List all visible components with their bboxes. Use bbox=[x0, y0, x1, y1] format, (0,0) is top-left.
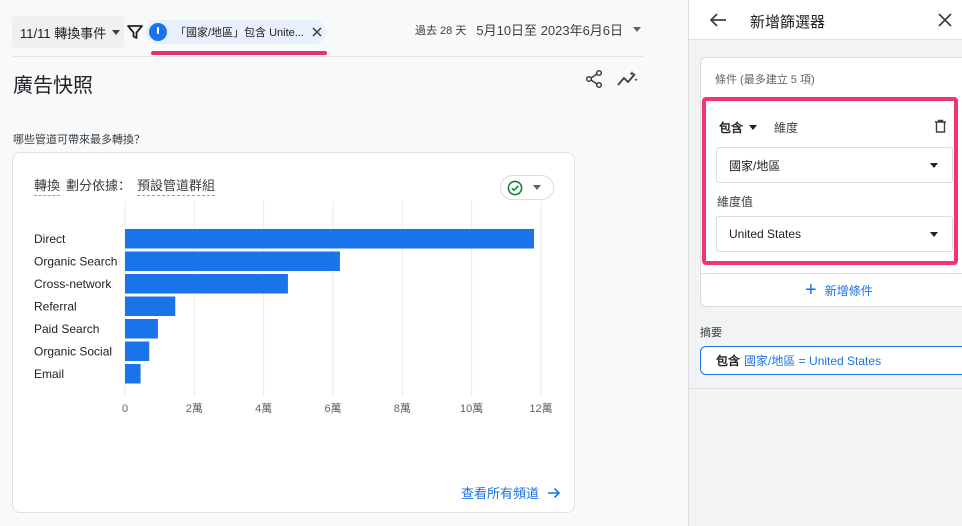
category-label: Paid Search bbox=[34, 322, 99, 336]
condition-row: 包含 維度 國家/地區 維度值 United States bbox=[702, 97, 958, 265]
chevron-down-icon bbox=[112, 29, 121, 35]
chart-bar bbox=[125, 319, 158, 339]
filter-chip-label: 「國家/地區」包含 Unite... bbox=[175, 27, 303, 39]
summary-prefix: 包含 bbox=[716, 354, 741, 368]
filter-badge-icon bbox=[149, 23, 167, 41]
dimension-value-select[interactable]: United States bbox=[716, 216, 953, 252]
check-circle-icon bbox=[507, 180, 523, 195]
add-filter-panel: 新增篩選器 條件 (最多建立 5 項) 包含 維度 國家/地區 維度值 Unit… bbox=[689, 0, 962, 526]
chart-status-dropdown[interactable] bbox=[500, 175, 554, 200]
chart-bar bbox=[125, 364, 141, 384]
bar-chart: 0 2萬 4萬 6萬 8萬 10萬 12萬 Direct Organic Search Cross… bbox=[34, 201, 553, 415]
chart-bar bbox=[125, 251, 340, 271]
highlight-underline bbox=[151, 51, 327, 55]
filter-icon[interactable] bbox=[127, 24, 143, 40]
category-label: Cross-network bbox=[34, 277, 112, 291]
x-tick-label: 6萬 bbox=[324, 402, 341, 415]
category-label: Referral bbox=[34, 299, 77, 313]
chart-by-label: 劃分依據： bbox=[66, 178, 132, 193]
dimension-value-select-value: United States bbox=[729, 227, 802, 241]
category-label: Organic Search bbox=[34, 254, 117, 268]
summary-expression: 國家/地區 = United States bbox=[744, 354, 882, 368]
view-all-label: 查看所有頻道 bbox=[461, 486, 540, 501]
back-arrow-icon[interactable] bbox=[709, 12, 727, 28]
channel-chart-card: 0 2萬 4萬 6萬 8萬 10萬 12萬 Direct Organic Search Cross… bbox=[12, 152, 575, 513]
dimension-select-value: 國家/地區 bbox=[729, 158, 781, 173]
add-condition-label: 新增條件 bbox=[824, 283, 873, 298]
active-filter-chip[interactable]: 「國家/地區」包含 Unite... bbox=[146, 20, 326, 44]
chart-metric-label[interactable]: 轉換 bbox=[34, 175, 61, 196]
x-tick-label: 10萬 bbox=[460, 402, 483, 415]
x-tick-label: 12萬 bbox=[529, 402, 552, 415]
chart-bar bbox=[125, 229, 535, 249]
chart-question: 哪些管道可帶來最多轉換？ bbox=[13, 134, 145, 146]
x-tick-label: 0 bbox=[122, 403, 128, 415]
page-title: 廣告快照 bbox=[13, 75, 93, 97]
report-main: 11/11 轉換事件 「國家/地區」包含 Unite... 過去 28 天 5月… bbox=[0, 0, 688, 526]
conditions-hint: 條件 (最多建立 5 項) bbox=[715, 74, 815, 86]
category-label: Organic Social bbox=[34, 344, 112, 358]
report-toolbar: 11/11 轉換事件 「國家/地區」包含 Unite... 過去 28 天 5月… bbox=[0, 0, 688, 57]
divider bbox=[689, 388, 962, 389]
category-label: Email bbox=[34, 367, 64, 381]
chart-bar bbox=[125, 296, 176, 316]
insights-icon[interactable] bbox=[616, 69, 638, 89]
plus-icon: + bbox=[805, 279, 817, 301]
chevron-down-icon bbox=[749, 125, 758, 130]
view-all-channels-link[interactable]: 查看所有頻道 bbox=[461, 483, 561, 502]
chart-bar bbox=[125, 274, 288, 294]
divider bbox=[12, 56, 644, 57]
summary-label: 摘要 bbox=[700, 327, 722, 339]
delete-icon[interactable] bbox=[934, 119, 947, 133]
chart-dimension-label[interactable]: 預設管道群組 bbox=[137, 175, 216, 196]
chevron-down-icon bbox=[930, 232, 938, 237]
dimension-select[interactable]: 國家/地區 bbox=[716, 147, 953, 183]
include-operator-select[interactable]: 包含 bbox=[719, 119, 758, 136]
category-label: Direct bbox=[34, 232, 66, 246]
date-range-picker[interactable]: 過去 28 天 5月10日至 2023年6月6日 bbox=[415, 20, 642, 39]
conversion-event-select[interactable]: 11/11 轉換事件 bbox=[12, 16, 124, 48]
add-condition-button[interactable]: + 新增條件 bbox=[700, 273, 962, 307]
date-range-label: 過去 28 天 bbox=[415, 24, 467, 37]
close-icon[interactable] bbox=[309, 24, 325, 40]
arrow-right-icon bbox=[548, 487, 561, 498]
include-label: 包含 bbox=[719, 121, 744, 135]
filter-summary: 包含 國家/地區 = United States bbox=[700, 346, 962, 375]
chevron-down-icon bbox=[633, 27, 642, 32]
conditions-card: 條件 (最多建立 5 項) 包含 維度 國家/地區 維度值 United Sta… bbox=[700, 57, 962, 307]
x-tick-label: 4萬 bbox=[255, 402, 272, 415]
date-range-value: 5月10日至 2023年6月6日 bbox=[476, 23, 624, 38]
x-tick-label: 2萬 bbox=[186, 402, 203, 415]
x-tick-label: 8萬 bbox=[394, 402, 411, 415]
chevron-down-icon bbox=[533, 185, 541, 190]
chart-bar bbox=[125, 341, 150, 361]
panel-title: 新增篩選器 bbox=[750, 14, 826, 31]
dimension-label: 維度 bbox=[774, 121, 799, 135]
share-icon[interactable] bbox=[584, 69, 604, 89]
chevron-down-icon bbox=[930, 163, 938, 168]
dimension-value-label: 維度值 bbox=[717, 195, 754, 209]
panel-header: 新增篩選器 bbox=[689, 0, 962, 40]
conversion-event-label: 11/11 轉換事件 bbox=[20, 25, 107, 41]
close-icon[interactable] bbox=[937, 12, 953, 28]
chart-header: 轉換 劃分依據： 預設管道群組 bbox=[34, 175, 216, 196]
